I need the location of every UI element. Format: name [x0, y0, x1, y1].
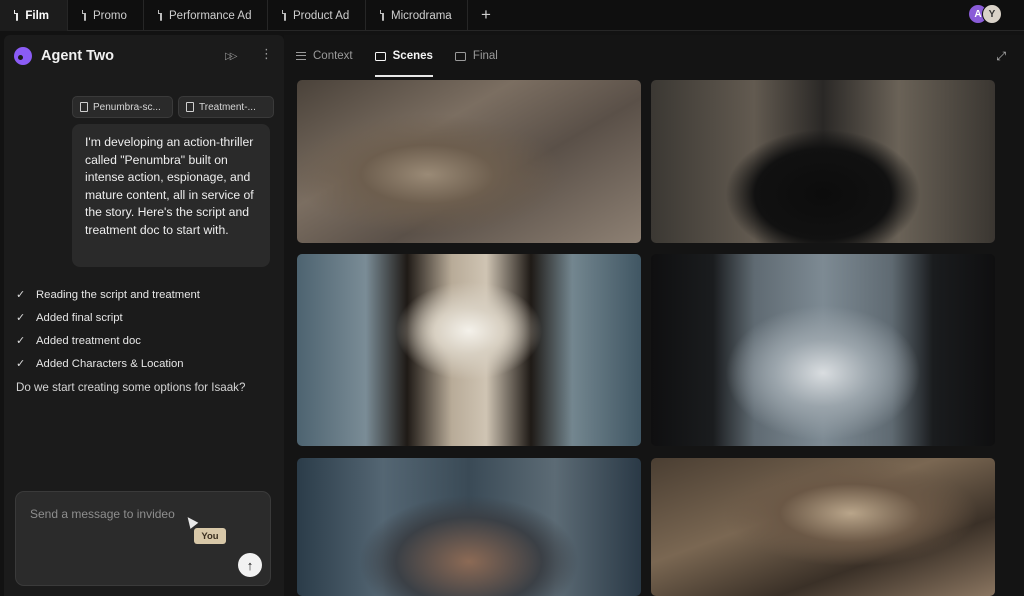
document-icon [158, 10, 162, 21]
tab-product-ad[interactable]: Product Ad [268, 0, 366, 31]
attachment-label: Treatment-... [199, 101, 256, 113]
agent-header: Agent Two [14, 47, 114, 65]
message-input[interactable] [30, 507, 190, 521]
step-label: Added final script [36, 311, 123, 324]
document-icon [14, 10, 19, 21]
workspace-panel: Context Scenes Final ⤢ [284, 35, 1024, 596]
send-button[interactable]: ↑ [238, 553, 262, 577]
step-label: Added treatment doc [36, 334, 141, 347]
scene-thumbnail[interactable] [297, 458, 641, 596]
scene-thumbnail[interactable] [651, 80, 995, 243]
step-item: ✓ Added treatment doc [16, 329, 200, 352]
project-tab-bar: Film Promo Performance Ad Product Ad Mic… [0, 0, 1024, 31]
user-message: I'm developing an action-thriller called… [72, 124, 270, 267]
tab-label: Product Ad [293, 9, 350, 22]
message-composer: You ↑ [15, 491, 271, 586]
scene-thumbnail[interactable] [651, 458, 995, 596]
folder-icon [454, 51, 466, 61]
progress-steps: ✓ Reading the script and treatment ✓ Add… [16, 283, 200, 375]
tab-performance-ad[interactable]: Performance Ad [144, 0, 268, 31]
collaborator-avatars: A Y [968, 4, 1002, 24]
attachment-chip[interactable]: Treatment-... [178, 96, 274, 118]
scene-thumbnail[interactable] [651, 254, 995, 446]
scene-thumbnail[interactable] [297, 80, 641, 243]
check-icon: ✓ [16, 358, 26, 370]
document-icon [80, 102, 88, 112]
step-item: ✓ Added final script [16, 306, 200, 329]
tab-label: Film [25, 9, 49, 22]
agent-logo-icon [14, 47, 32, 65]
document-icon [186, 102, 194, 112]
agent-title: Agent Two [41, 48, 115, 64]
step-item: ✓ Added Characters & Location [16, 352, 200, 375]
tab-label: Context [313, 50, 353, 62]
attachment-chip[interactable]: Penumbra-sc... [72, 96, 173, 118]
expand-icon[interactable]: ⤢ [996, 49, 1006, 64]
more-vertical-icon[interactable]: ⋮ [260, 47, 273, 60]
document-icon [82, 10, 86, 21]
tab-scenes[interactable]: Scenes [374, 35, 434, 77]
step-item: ✓ Reading the script and treatment [16, 283, 200, 306]
tab-label: Promo [93, 9, 127, 22]
tab-label: Scenes [392, 50, 433, 62]
avatar[interactable]: Y [982, 4, 1002, 24]
assistant-message: Do we start creating some options for Is… [16, 381, 246, 394]
tab-final[interactable]: Final [454, 35, 498, 77]
scene-thumbnail[interactable] [297, 254, 641, 446]
step-label: Reading the script and treatment [36, 288, 200, 301]
tab-label: Final [472, 50, 498, 62]
check-icon: ✓ [16, 335, 26, 347]
tab-context[interactable]: Context [296, 35, 353, 77]
cursor-tag: You [194, 528, 226, 544]
add-tab-button[interactable]: + [468, 0, 504, 30]
fast-forward-icon[interactable]: ▷▷ [225, 51, 238, 62]
step-label: Added Characters & Location [36, 357, 184, 370]
document-icon [380, 10, 384, 21]
check-icon: ✓ [16, 289, 26, 301]
folder-icon [374, 51, 386, 61]
agent-chat-panel: Agent Two ▷▷ ⋮ Penumbra-sc... Treatment-… [4, 35, 284, 596]
lines-icon [296, 52, 306, 60]
tab-label: Microdrama [391, 9, 452, 22]
check-icon: ✓ [16, 312, 26, 324]
tab-promo[interactable]: Promo [68, 0, 144, 31]
arrow-up-icon: ↑ [246, 557, 254, 573]
tab-label: Performance Ad [169, 9, 252, 22]
attachment-label: Penumbra-sc... [93, 101, 161, 113]
tab-microdrama[interactable]: Microdrama [366, 0, 468, 31]
view-tabs: Context Scenes Final [296, 35, 498, 77]
document-icon [282, 10, 286, 21]
tab-film[interactable]: Film [0, 0, 68, 31]
